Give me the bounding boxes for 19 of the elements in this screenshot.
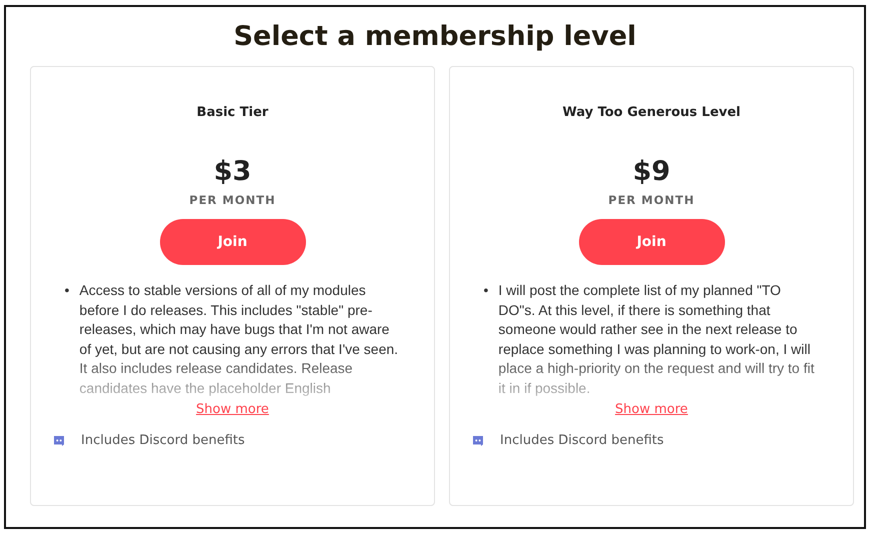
perk-text: Includes Discord benefits <box>500 433 664 448</box>
join-button[interactable]: Join <box>160 219 306 265</box>
tier-price: $9 <box>632 156 670 187</box>
benefit-text: Access to stable versions of all of my modules before I do releases. This includes "stable" pre-releases, which may have bugs that I'm not aware of yet, but are not causing any errors that I've seen. It also includes release candidates. Release candidates have the placeholder English <box>79 281 400 398</box>
join-button[interactable]: Join <box>578 219 724 265</box>
page-title: Select a membership level <box>232 21 638 52</box>
billing-period: PER MONTH <box>189 193 276 207</box>
chat-icon <box>472 434 484 446</box>
bullet: • <box>64 281 70 300</box>
chat-icon <box>53 434 65 446</box>
billing-period: PER MONTH <box>608 193 695 207</box>
tier-price: $3 <box>214 156 252 187</box>
benefit-text: I will post the complete list of my planned "TO DO"s. At this level, if there is something that someone would rather see in the next release to replace something I was planning to work-on, I will place a high-priority on the request and will try to fit it in if possible. <box>498 281 816 398</box>
tier-name: Way Too Generous Level <box>562 105 741 120</box>
tier-name: Basic Tier <box>196 105 268 120</box>
bullet: • <box>484 281 488 300</box>
show-more-link[interactable]: Show more <box>196 402 269 417</box>
perk-text: Includes Discord benefits <box>81 433 245 448</box>
show-more-link[interactable]: Show more <box>615 402 688 417</box>
